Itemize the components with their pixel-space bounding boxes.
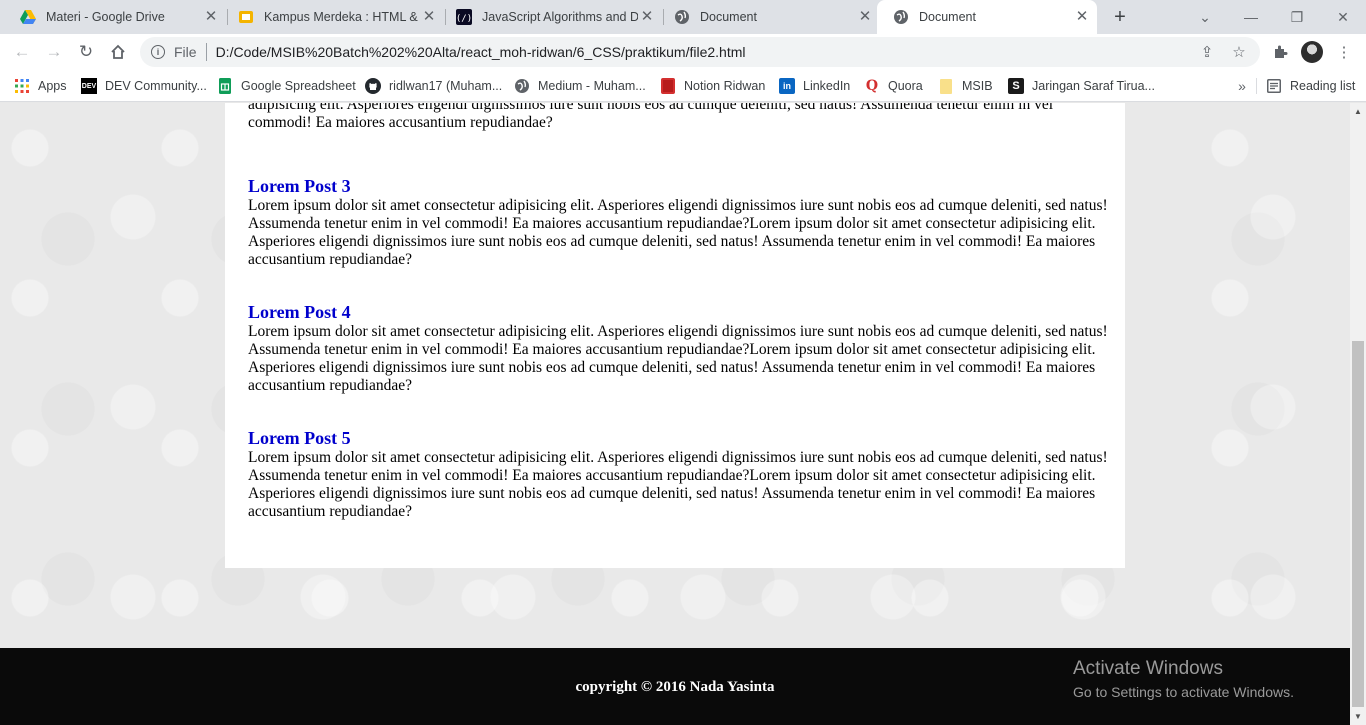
bookmark-github[interactable]: ridlwan17 (Muham... <box>365 76 502 96</box>
activate-windows-hint: Go to Settings to activate Windows. <box>1073 684 1294 700</box>
close-tab-icon[interactable]: ✕ <box>1073 8 1091 26</box>
dev-icon: DEV <box>81 78 97 94</box>
post-title: Lorem Post 3 <box>248 176 351 196</box>
tab-freecodecamp[interactable]: (/) JavaScript Algorithms and Data Struc… <box>440 0 662 34</box>
profile-avatar[interactable] <box>1298 38 1326 66</box>
scrollbar-thumb[interactable] <box>1352 341 1364 707</box>
post-title: Lorem Post 4 <box>248 302 351 322</box>
share-icon[interactable]: ⇪ <box>1196 41 1218 63</box>
bookmark-google-spreadsheet[interactable]: Google Spreadsheet <box>217 76 356 96</box>
scroll-up-arrow-icon[interactable]: ▲ <box>1350 103 1366 120</box>
scroll-down-arrow-icon[interactable]: ▼ <box>1350 708 1366 725</box>
tab-search-chevron-icon[interactable]: ⌄ <box>1182 0 1228 34</box>
notion-icon <box>660 78 676 94</box>
activate-windows-watermark: Activate Windows Go to Settings to activ… <box>1073 657 1294 702</box>
bookmark-medium[interactable]: Medium - Muham... <box>514 76 646 96</box>
address-divider <box>205 43 207 61</box>
bookmark-label: Quora <box>888 79 923 93</box>
page-footer: copyright © 2016 Nada Yasinta Activate W… <box>0 648 1350 725</box>
bookmark-dev-community[interactable]: DEV DEV Community... <box>81 76 207 96</box>
post-title: Lorem Post 5 <box>248 428 351 448</box>
svg-text:(/): (/) <box>456 14 472 24</box>
bookmark-apps[interactable]: Apps <box>14 76 67 96</box>
kampus-merdeka-icon <box>238 9 254 25</box>
url-text[interactable]: D:/Code/MSIB%20Batch%202%20Alta/react_mo… <box>216 44 746 60</box>
tab-document-active[interactable]: Document ✕ <box>877 0 1097 34</box>
post-body: Lorem ipsum dolor sit amet consectetur a… <box>248 323 1108 394</box>
close-tab-icon[interactable]: ✕ <box>202 8 220 26</box>
close-tab-icon[interactable]: ✕ <box>856 8 874 26</box>
page-viewport: adipisicing elit. Asperiores eligendi di… <box>0 103 1350 725</box>
bookmark-label: Medium - Muham... <box>538 79 646 93</box>
post-body-partial: adipisicing elit. Asperiores eligendi di… <box>248 103 1054 131</box>
extensions-puzzle-icon[interactable] <box>1266 38 1294 66</box>
bookmark-label: ridlwan17 (Muham... <box>389 79 503 93</box>
bookmark-label: MSIB <box>962 79 993 93</box>
close-tab-icon[interactable]: ✕ <box>638 8 656 26</box>
tab-title: JavaScript Algorithms and Data Structure… <box>482 10 638 24</box>
reading-list-button[interactable]: Reading list <box>1266 76 1355 96</box>
bookmarks-divider <box>1256 78 1257 94</box>
tab-title: Materi - Google Drive <box>46 10 165 24</box>
reading-list-icon <box>1266 78 1282 94</box>
back-arrow-icon[interactable]: ← <box>8 38 36 66</box>
main-content: adipisicing elit. Asperiores eligendi di… <box>225 103 1125 568</box>
bookmark-label: LinkedIn <box>803 79 851 93</box>
tab-title: Document <box>700 10 757 24</box>
tab-title: Document <box>919 10 976 24</box>
address-bar[interactable]: i File D:/Code/MSIB%20Batch%202%20Alta/r… <box>140 37 1260 67</box>
bookmark-star-icon[interactable]: ☆ <box>1228 41 1250 63</box>
bookmark-label: DEV Community... <box>105 79 207 93</box>
url-scheme-label: File <box>174 44 197 60</box>
bookmark-linkedin[interactable]: in LinkedIn <box>779 76 850 96</box>
linkedin-icon: in <box>779 78 795 94</box>
post-body: Lorem ipsum dolor sit amet consectetur a… <box>248 197 1108 268</box>
post-item: Lorem Post 3 Lorem ipsum dolor sit amet … <box>248 176 1108 269</box>
new-tab-button[interactable]: + <box>1108 5 1132 29</box>
vertical-scrollbar[interactable]: ▲ ▼ <box>1350 103 1366 725</box>
forward-arrow-icon[interactable]: → <box>40 38 68 66</box>
reading-list-label: Reading list <box>1290 79 1356 93</box>
home-icon[interactable] <box>104 38 132 66</box>
scribd-icon: S <box>1008 78 1024 94</box>
more-bookmarks-chevron-icon[interactable]: » <box>1232 76 1252 96</box>
bookmark-folder-msib[interactable]: MSIB <box>938 76 993 96</box>
bookmark-label: Notion Ridwan <box>684 79 766 93</box>
minimize-icon[interactable]: — <box>1228 0 1274 34</box>
bookmark-label: Apps <box>38 79 67 93</box>
globe-icon <box>674 9 690 25</box>
info-icon[interactable]: i <box>151 45 165 59</box>
bookmarks-bar: Apps DEV DEV Community... Google Spreads… <box>0 70 1366 102</box>
apps-grid-icon <box>14 78 30 94</box>
bookmark-label: Jaringan Saraf Tirua... <box>1032 79 1155 93</box>
freecodecamp-icon: (/) <box>456 9 472 25</box>
post-item: Lorem Post 4 Lorem ipsum dolor sit amet … <box>248 302 1108 395</box>
google-sheets-icon <box>217 78 233 94</box>
folder-icon <box>938 78 954 94</box>
post-body: Lorem ipsum dolor sit amet consectetur a… <box>248 449 1108 520</box>
activate-windows-title: Activate Windows <box>1073 658 1223 679</box>
quora-icon: Q <box>865 78 879 94</box>
tab-kampus-merdeka[interactable]: Kampus Merdeka : HTML & CSS ✕ <box>222 0 444 34</box>
bookmark-scribd[interactable]: S Jaringan Saraf Tirua... <box>1008 76 1155 96</box>
google-drive-icon <box>20 9 36 25</box>
globe-icon <box>514 78 530 94</box>
bookmark-notion[interactable]: Notion Ridwan <box>660 76 765 96</box>
restore-icon[interactable]: ❐ <box>1274 0 1320 34</box>
bookmark-label: Google Spreadsheet <box>241 79 356 93</box>
reload-icon[interactable]: ↻ <box>72 38 100 66</box>
browser-toolbar: ← → ↻ i File D:/Code/MSIB%20Batch%202%20… <box>0 34 1366 70</box>
menu-kebab-icon[interactable]: ⋮ <box>1330 38 1358 66</box>
tab-google-drive[interactable]: Materi - Google Drive ✕ <box>4 0 226 34</box>
post-item: Lorem Post 5 Lorem ipsum dolor sit amet … <box>248 428 1108 521</box>
bookmark-quora[interactable]: Q Quora <box>864 76 923 96</box>
github-icon <box>365 78 381 94</box>
globe-icon <box>893 9 909 25</box>
tab-strip: Materi - Google Drive ✕ Kampus Merdeka :… <box>0 0 1366 34</box>
close-tab-icon[interactable]: ✕ <box>420 8 438 26</box>
tab-document[interactable]: Document ✕ <box>658 0 880 34</box>
close-window-icon[interactable]: ✕ <box>1320 0 1366 34</box>
tab-title: Kampus Merdeka : HTML & CSS <box>264 10 420 24</box>
